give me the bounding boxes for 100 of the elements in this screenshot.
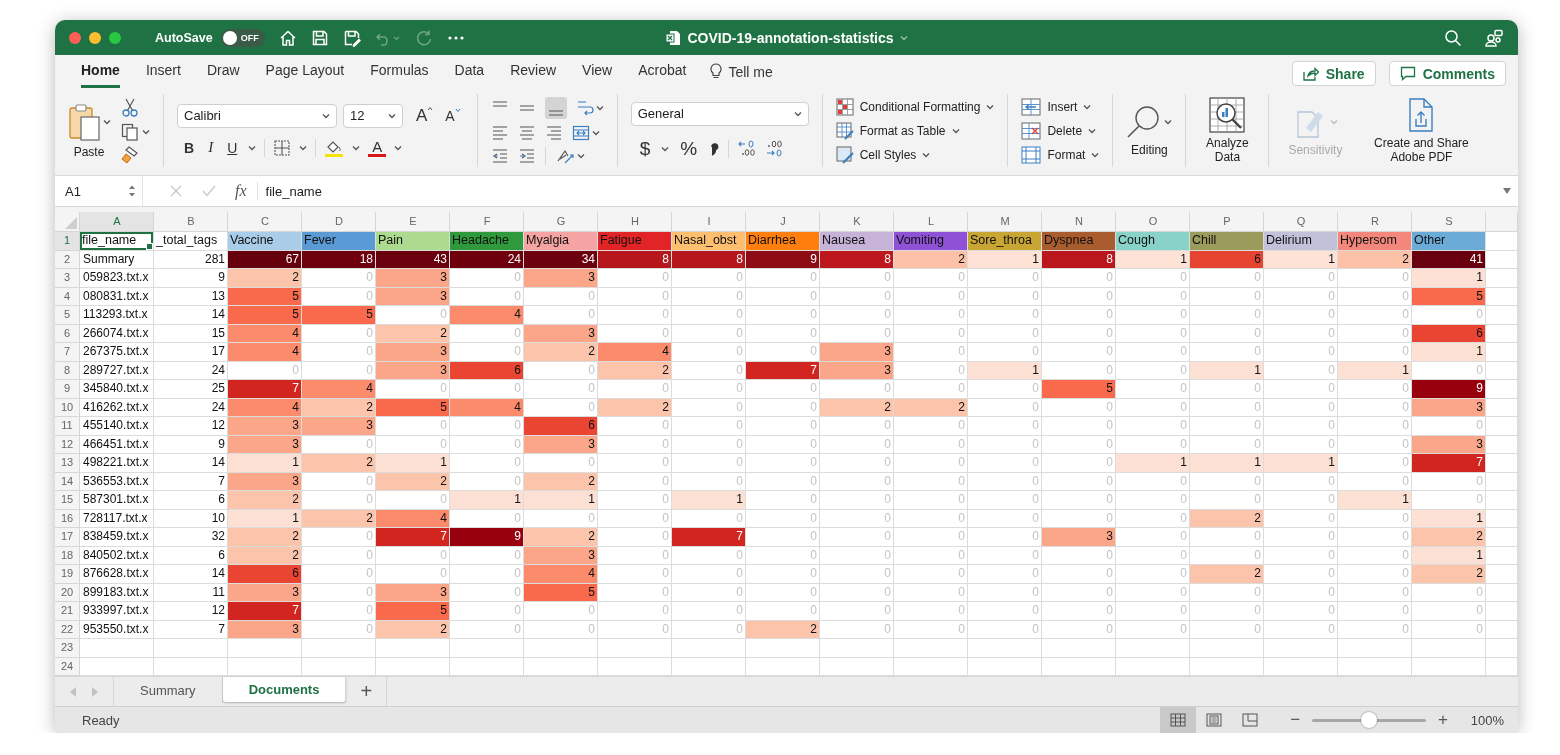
row-header[interactable]: 3 [55,269,80,288]
menu-tab[interactable]: Formulas [370,55,429,88]
increase-decimal-icon[interactable] [737,138,758,159]
share-button[interactable]: Share [1291,61,1376,86]
column-header[interactable]: C [228,212,302,232]
autosave-label: AutoSave [155,30,213,45]
cells-menu-button[interactable]: Delete [1021,121,1100,140]
column-header[interactable]: P [1190,212,1264,232]
zoom-out-button[interactable]: − [1284,710,1307,730]
save-icon[interactable] [310,28,329,47]
underline-button[interactable]: U [224,139,241,156]
row-header[interactable]: 1 [55,232,80,251]
menu-tab[interactable]: Draw [206,55,240,88]
zoom-level: 100% [1469,712,1504,728]
styles-menu-button[interactable]: Conditional Formatting [835,97,995,116]
percent-button[interactable]: % [677,137,701,160]
column-header[interactable]: N [1042,212,1116,232]
zoom-in-button[interactable]: + [1432,710,1454,730]
column-header[interactable]: G [524,212,598,232]
view-button[interactable] [1160,707,1197,733]
align-center-icon[interactable] [517,123,536,142]
tell-me-search[interactable]: Tell me [728,63,773,80]
font-color-button[interactable]: A [368,138,387,157]
cells-menu-button[interactable]: Insert [1021,97,1100,116]
wrap-text-icon[interactable] [575,98,594,117]
create-pdf-button[interactable]: Create and Share Adobe PDF [1362,92,1481,169]
column-header[interactable]: I [672,212,746,232]
scissors-icon[interactable] [121,97,139,118]
column-header[interactable]: A [80,212,154,232]
name-box[interactable]: A1 [55,176,143,206]
expand-icon[interactable] [1502,187,1512,195]
row-header[interactable]: 17 [55,528,80,547]
menu-tab[interactable]: Insert [145,55,181,88]
sheet-tab[interactable]: Summary [114,677,223,703]
column-header[interactable]: F [450,212,524,232]
formula-input[interactable]: file_name [265,183,1502,199]
editing-button[interactable]: Editing [1126,92,1173,169]
menu-tab[interactable]: Data [454,55,485,88]
row-header[interactable]: 13 [55,454,80,473]
autosave-toggle[interactable]: OFF [220,28,265,47]
row-header[interactable]: 5 [55,306,80,325]
menu-tab[interactable]: Home [81,55,120,88]
row-header[interactable]: 21 [55,602,80,621]
table-cell: 0 [1116,472,1190,491]
column-header[interactable]: E [376,212,450,232]
search-icon[interactable] [1444,28,1462,47]
font-name-dropdown[interactable]: Calibri [177,103,337,128]
shrink-font-button[interactable]: A [442,107,464,124]
format-painter-icon[interactable] [121,145,139,164]
column-header[interactable]: O [1116,212,1190,232]
cells-menu-button[interactable]: Format [1021,145,1100,164]
home-icon[interactable] [278,28,297,47]
zoom-slider-thumb[interactable] [1361,711,1378,728]
insert-function-button[interactable]: fx [235,182,247,200]
column-header[interactable]: D [302,212,376,232]
row-header[interactable]: 9 [55,380,80,399]
column-header[interactable]: L [894,212,968,232]
table-cell: 0 [672,398,746,417]
comments-button[interactable]: Comments [1388,61,1506,86]
column-header[interactable]: H [598,212,672,232]
menu-tab[interactable]: Review [510,55,557,88]
menu-tab[interactable]: Acrobat [638,55,687,88]
merge-cells-icon[interactable] [571,123,590,142]
grow-font-button[interactable]: A [413,105,437,126]
minimize-window-icon[interactable] [89,31,101,44]
copy-icon[interactable] [121,122,139,141]
close-window-icon[interactable] [69,31,81,44]
menu-tab[interactable]: Page Layout [265,55,345,88]
analyze-data-button[interactable]: Analyze Data [1199,92,1256,169]
decrease-indent-icon[interactable] [490,146,509,165]
column-header[interactable]: B [154,212,228,232]
styles-menu-button[interactable]: Cell Styles [835,145,995,164]
save-as-icon[interactable] [342,28,361,47]
column-header[interactable]: J [746,212,820,232]
row-header[interactable]: 23 [55,639,80,658]
row-header[interactable]: 11 [55,417,80,436]
maximize-window-icon[interactable] [109,31,121,44]
align-left-icon[interactable] [490,123,509,142]
table-cell: 0 [524,620,598,639]
font-size-dropdown[interactable]: 12 [343,103,403,128]
align-bottom-icon[interactable] [544,96,567,119]
column-header[interactable]: M [968,212,1042,232]
column-header[interactable]: R [1338,212,1412,232]
row-header[interactable]: 19 [55,565,80,584]
row-header[interactable]: 15 [55,491,80,510]
sheet-tab[interactable]: Documents [222,677,347,702]
italic-button[interactable]: I [205,139,217,156]
borders-icon[interactable] [273,138,292,157]
number-format-dropdown[interactable]: General [630,101,809,126]
row-header[interactable]: 7 [55,343,80,362]
increase-indent-icon[interactable] [517,146,536,165]
column-header[interactable]: Q [1264,212,1338,232]
currency-button[interactable]: $ [636,137,654,160]
bold-button[interactable]: B [181,139,198,156]
paste-button[interactable]: Paste [67,102,111,159]
menu-tab[interactable]: View [582,55,613,88]
people-icon[interactable] [1484,28,1504,47]
styles-menu-button[interactable]: Format as Table [835,121,995,140]
column-header[interactable]: K [820,212,894,232]
column-header[interactable]: S [1412,212,1486,232]
